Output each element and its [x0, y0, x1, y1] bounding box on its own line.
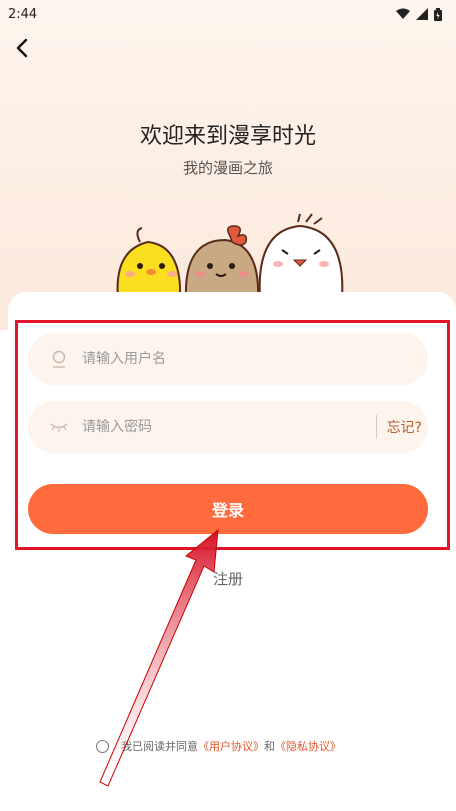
mascot-illustration: [116, 213, 344, 299]
username-field[interactable]: [28, 333, 428, 385]
password-field[interactable]: 忘记?: [28, 401, 428, 453]
agreement-radio[interactable]: [96, 739, 109, 753]
privacy-agreement-link[interactable]: 《隐私协议》: [275, 738, 341, 754]
page-subtitle: 我的漫画之旅: [182, 159, 273, 177]
user-icon: [50, 350, 68, 368]
white-chick-icon: [258, 213, 344, 299]
wifi-icon: [396, 8, 410, 19]
agreement-row: 我已阅读并同意 《用户协议》 和 《隐私协议》: [96, 738, 341, 754]
login-button[interactable]: 登录: [28, 484, 428, 534]
battery-icon: [434, 7, 442, 21]
brown-chick-icon: [184, 225, 260, 299]
chevron-left-icon: [16, 38, 28, 58]
yellow-chick-icon: [116, 227, 182, 299]
register-link[interactable]: 注册: [0, 568, 456, 589]
username-input[interactable]: [82, 351, 428, 367]
back-button[interactable]: [10, 36, 34, 60]
eye-closed-icon[interactable]: [50, 418, 68, 436]
divider: [375, 415, 377, 439]
agreement-prefix: 我已阅读并同意: [121, 740, 198, 753]
password-input[interactable]: [82, 419, 376, 435]
forgot-password-link[interactable]: 忘记?: [387, 417, 428, 437]
status-bar: 2:44: [0, 0, 456, 28]
user-agreement-link[interactable]: 《用户协议》: [198, 738, 264, 754]
signal-icon: [416, 8, 428, 20]
agreement-and: 和: [264, 740, 275, 753]
page-title: 欢迎来到漫享时光: [139, 124, 316, 149]
status-time: 2:44: [8, 6, 38, 22]
